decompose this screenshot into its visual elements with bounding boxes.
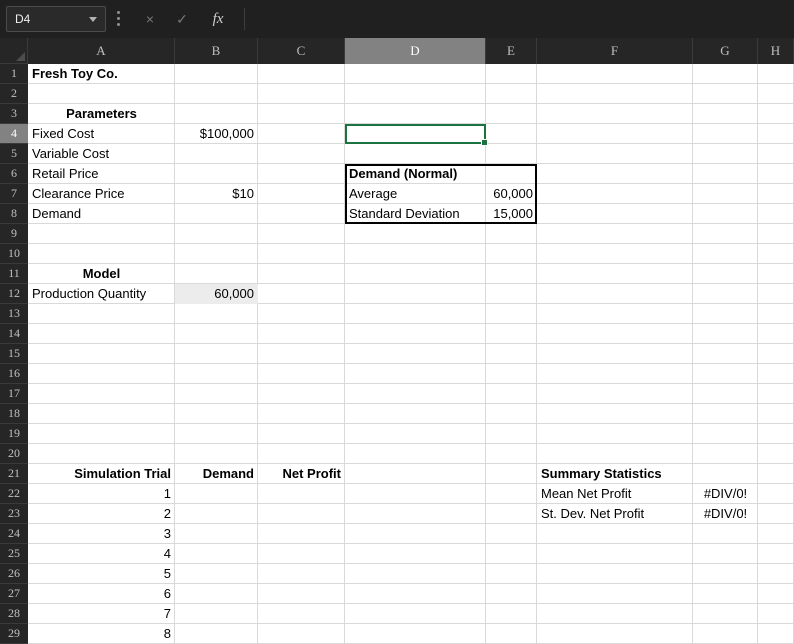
row-header-13[interactable]: 13 (0, 304, 28, 324)
gridline (757, 64, 758, 644)
cell-A24[interactable]: 3 (28, 524, 175, 544)
row-header-26[interactable]: 26 (0, 564, 28, 584)
cell-A5[interactable]: Variable Cost (28, 144, 175, 164)
row-header-22[interactable]: 22 (0, 484, 28, 504)
cell-A3[interactable]: Parameters (28, 104, 175, 124)
cell-B12[interactable]: 60,000 (175, 284, 258, 304)
gridline (28, 383, 794, 384)
name-box-value: D4 (15, 12, 31, 26)
cell-A7[interactable]: Clearance Price (28, 184, 175, 204)
cell-C21[interactable]: Net Profit (258, 464, 345, 484)
cell-E8[interactable]: 15,000 (486, 204, 537, 224)
cell-A28[interactable]: 7 (28, 604, 175, 624)
cell-E7[interactable]: 60,000 (486, 184, 537, 204)
column-header-C[interactable]: C (258, 38, 345, 64)
row-header-29[interactable]: 29 (0, 624, 28, 644)
cell-A11[interactable]: Model (28, 264, 175, 284)
cell-A26[interactable]: 5 (28, 564, 175, 584)
row-header-15[interactable]: 15 (0, 344, 28, 364)
row-header-12[interactable]: 12 (0, 284, 28, 304)
active-cell-selection (345, 124, 488, 146)
column-header-H[interactable]: H (758, 38, 794, 64)
cell-A21[interactable]: Simulation Trial (28, 464, 175, 484)
gridline (692, 64, 693, 644)
gridline (28, 363, 794, 364)
column-header-F[interactable]: F (537, 38, 693, 64)
row-header-14[interactable]: 14 (0, 324, 28, 344)
cell-F22[interactable]: Mean Net Profit (537, 484, 693, 504)
cell-A6[interactable]: Retail Price (28, 164, 175, 184)
column-header-E[interactable]: E (486, 38, 537, 64)
cell-B21[interactable]: Demand (175, 464, 258, 484)
gridline (28, 403, 794, 404)
gridline (344, 64, 345, 644)
cell-A23[interactable]: 2 (28, 504, 175, 524)
gridline (28, 323, 794, 324)
row-header-6[interactable]: 6 (0, 164, 28, 184)
cell-A25[interactable]: 4 (28, 544, 175, 564)
vertical-dots-icon[interactable] (117, 11, 120, 26)
row-header-4[interactable]: 4 (0, 124, 28, 144)
row-header-27[interactable]: 27 (0, 584, 28, 604)
gridline (536, 64, 537, 644)
cell-B4[interactable]: $100,000 (175, 124, 258, 144)
formula-input[interactable] (245, 0, 794, 38)
row-header-28[interactable]: 28 (0, 604, 28, 624)
cell-A1[interactable]: Fresh Toy Co. (28, 64, 175, 84)
row-header-16[interactable]: 16 (0, 364, 28, 384)
gridline (28, 443, 794, 444)
row-header-17[interactable]: 17 (0, 384, 28, 404)
cell-F23[interactable]: St. Dev. Net Profit (537, 504, 693, 524)
cell-D6[interactable]: Demand (Normal) (345, 164, 486, 184)
row-header-3[interactable]: 3 (0, 104, 28, 124)
cell-F21[interactable]: Summary Statistics (537, 464, 693, 484)
cell-B7[interactable]: $10 (175, 184, 258, 204)
cell-A12[interactable]: Production Quantity (28, 284, 175, 304)
cell-D8[interactable]: Standard Deviation (345, 204, 486, 224)
gridline (485, 64, 486, 644)
row-header-7[interactable]: 7 (0, 184, 28, 204)
row-header-21[interactable]: 21 (0, 464, 28, 484)
row-header-11[interactable]: 11 (0, 264, 28, 284)
cell-A27[interactable]: 6 (28, 584, 175, 604)
gridline (28, 423, 794, 424)
cell-G22[interactable]: #DIV/0! (693, 484, 758, 504)
row-header-10[interactable]: 10 (0, 244, 28, 264)
row-header-23[interactable]: 23 (0, 504, 28, 524)
row-header-8[interactable]: 8 (0, 204, 28, 224)
row-header-24[interactable]: 24 (0, 524, 28, 544)
worksheet: ABCDEFGH 1 2 3 4 5 6 7 8 9 10 11 12 13 14 15 16 17 18 19 20… (0, 38, 794, 644)
cell-A29[interactable]: 8 (28, 624, 175, 644)
cell-G23[interactable]: #DIV/0! (693, 504, 758, 524)
row-header-2[interactable]: 2 (0, 84, 28, 104)
row-header-19[interactable]: 19 (0, 424, 28, 444)
row-header-20[interactable]: 20 (0, 444, 28, 464)
formula-bar: D4 × ✓ fx (0, 0, 794, 38)
column-header-B[interactable]: B (175, 38, 258, 64)
enter-icon[interactable]: ✓ (168, 6, 196, 32)
gridline (257, 64, 258, 644)
gridline (28, 343, 794, 344)
row-header-9[interactable]: 9 (0, 224, 28, 244)
column-header-D[interactable]: D (345, 38, 486, 64)
cell-A8[interactable]: Demand (28, 204, 175, 224)
column-header-G[interactable]: G (693, 38, 758, 64)
row-header-25[interactable]: 25 (0, 544, 28, 564)
name-box[interactable]: D4 (6, 6, 106, 32)
spreadsheet-app: D4 × ✓ fx ABCDEFGH 1 2 3 4 5 6 7 8 9 10 11 12 13 14 15… (0, 0, 794, 644)
chevron-down-icon[interactable] (89, 16, 97, 22)
row-header-1[interactable]: 1 (0, 64, 28, 84)
cancel-icon[interactable]: × (136, 6, 164, 32)
row-header-5[interactable]: 5 (0, 144, 28, 164)
insert-function-icon[interactable]: fx (202, 6, 234, 32)
column-header-A[interactable]: A (28, 38, 175, 64)
cell-grid[interactable]: Fresh Toy Co. Parameters Fixed Cost $100,00… (28, 64, 794, 644)
cell-D7[interactable]: Average (345, 184, 486, 204)
cell-A4[interactable]: Fixed Cost (28, 124, 175, 144)
select-all-corner[interactable] (0, 38, 28, 64)
row-header-18[interactable]: 18 (0, 404, 28, 424)
cell-A22[interactable]: 1 (28, 484, 175, 504)
gridline (28, 243, 794, 244)
